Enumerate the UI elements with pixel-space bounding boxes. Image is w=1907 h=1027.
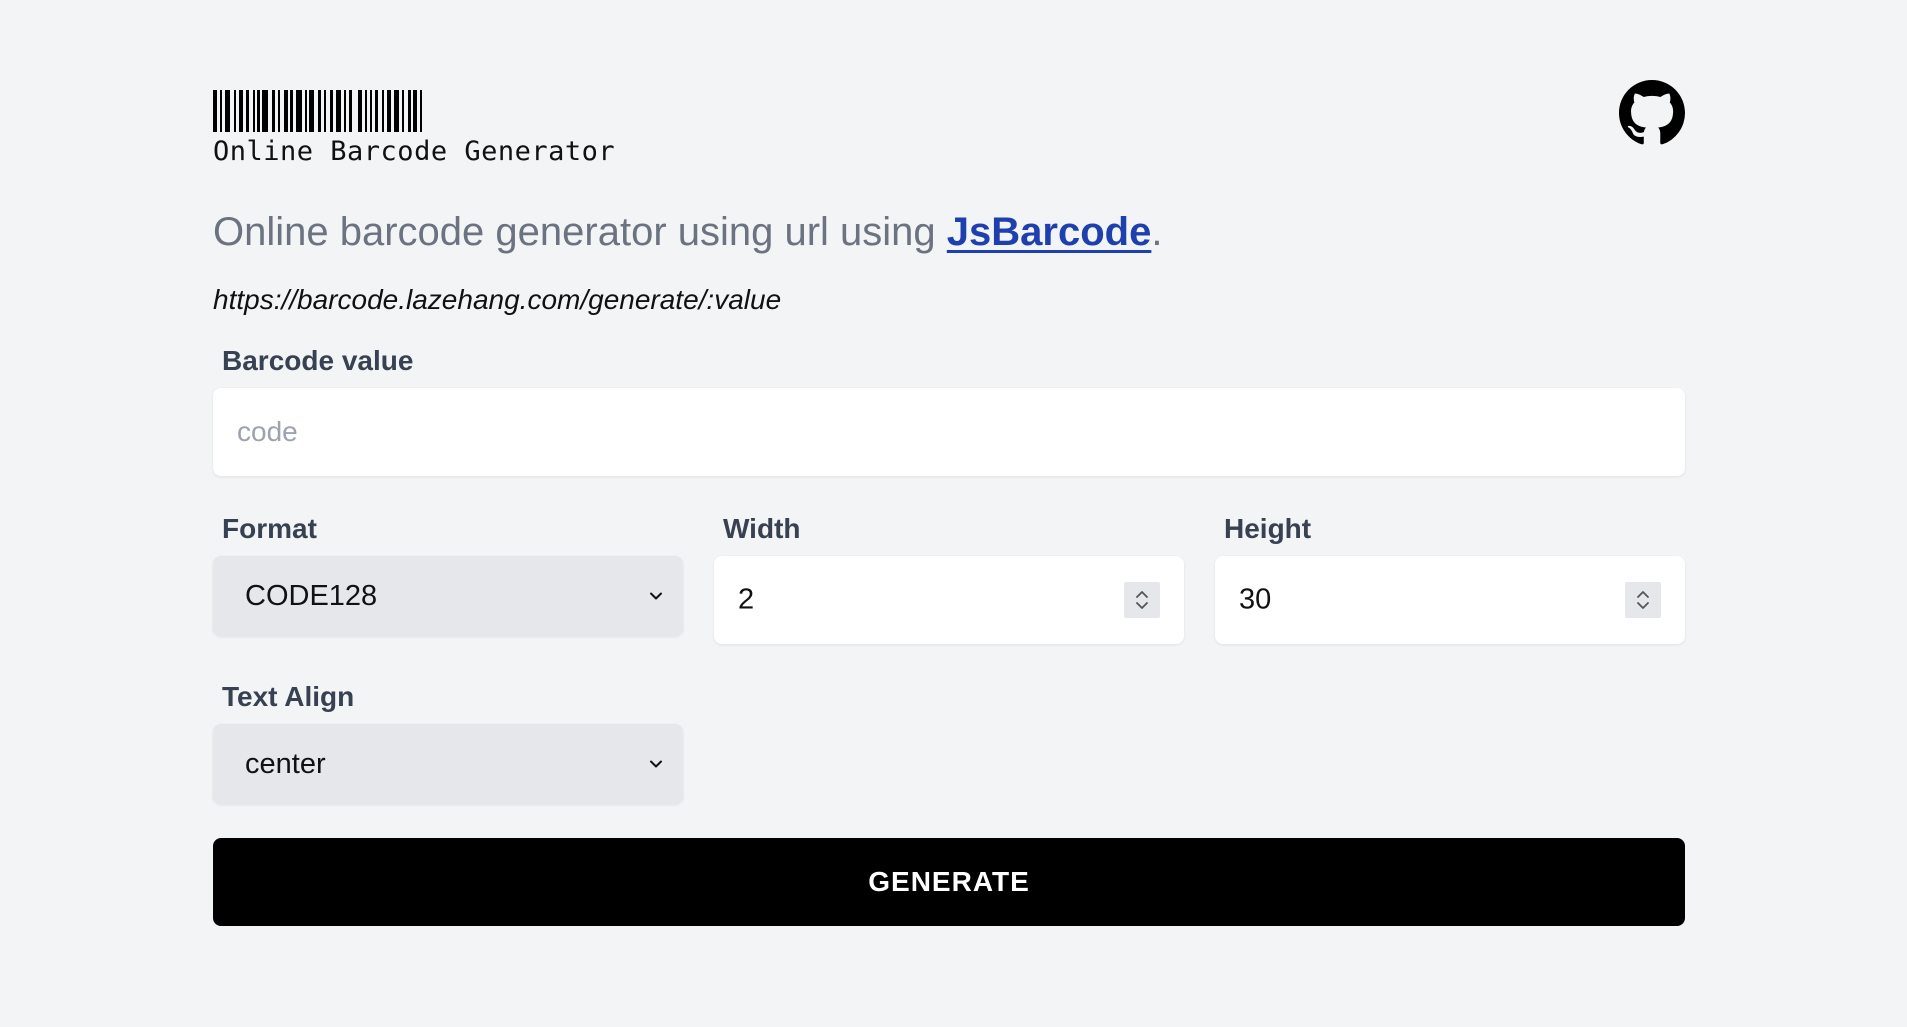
height-value: 30: [1239, 583, 1272, 616]
format-selected-value: CODE128: [245, 579, 378, 612]
generate-button[interactable]: GENERATE: [213, 838, 1685, 926]
jsbarcode-link[interactable]: JsBarcode: [947, 210, 1152, 254]
number-spinner-icon[interactable]: [1124, 582, 1160, 618]
header: Online Barcode Generator: [213, 0, 1685, 200]
barcode-value-label: Barcode value: [222, 345, 414, 376]
text-align-selected-value: center: [245, 747, 326, 780]
width-label: Width: [723, 513, 801, 544]
barcode-logo-icon: [213, 90, 607, 132]
headline-suffix: .: [1151, 210, 1163, 254]
chevron-down-icon: [650, 592, 662, 600]
height-field[interactable]: 30: [1215, 556, 1685, 644]
logo: Online Barcode Generator: [213, 90, 616, 167]
barcode-value-field: [213, 388, 1685, 476]
github-icon[interactable]: [1619, 80, 1685, 146]
logo-text: Online Barcode Generator: [213, 136, 616, 167]
width-value: 2: [738, 583, 755, 616]
number-spinner-icon[interactable]: [1625, 582, 1661, 618]
format-select[interactable]: CODE128: [213, 556, 683, 636]
chevron-down-icon: [650, 760, 662, 768]
url-pattern: https://barcode.lazehang.com/generate/:v…: [213, 284, 782, 315]
barcode-value-input[interactable]: [213, 388, 1685, 476]
format-label: Format: [222, 513, 317, 544]
width-field[interactable]: 2: [714, 556, 1184, 644]
height-label: Height: [1224, 513, 1312, 544]
text-align-select[interactable]: center: [213, 724, 683, 804]
text-align-label: Text Align: [222, 681, 355, 712]
main-container: Online Barcode Generator Online barcode …: [213, 0, 1685, 926]
headline-prefix: Online barcode generator using url using: [213, 210, 947, 254]
headline: Online barcode generator using url using…: [213, 210, 1162, 255]
page: Online Barcode Generator Online barcode …: [0, 0, 1907, 1027]
